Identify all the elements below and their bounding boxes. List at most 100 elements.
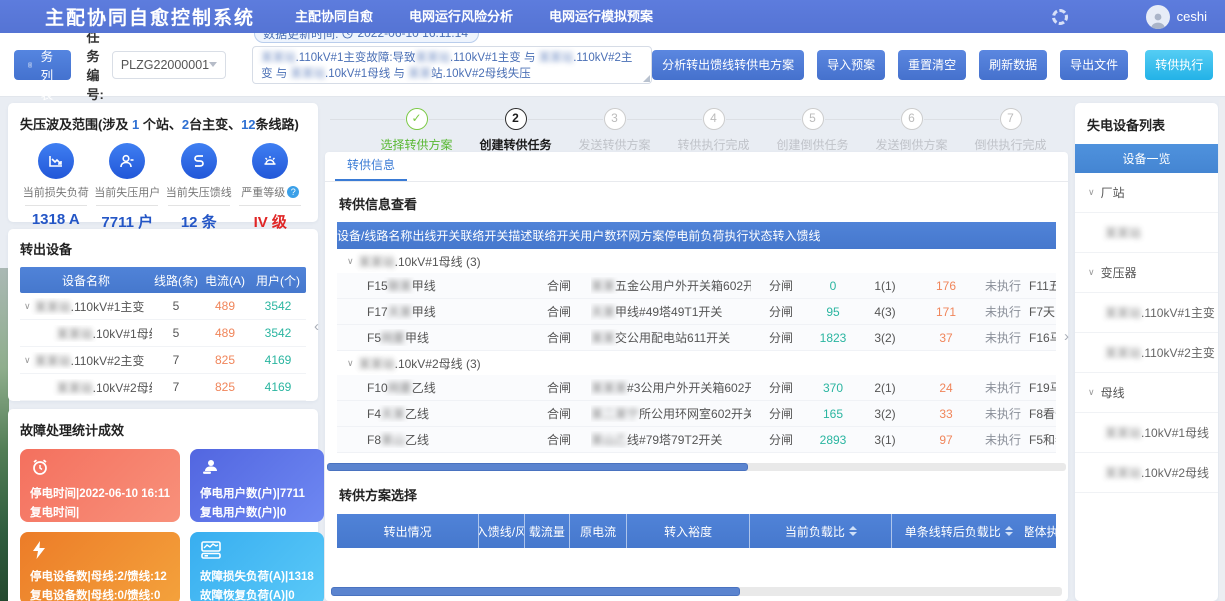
- tie-desc-cell: 某某五金公用户外开关箱602开关: [591, 277, 751, 294]
- feeder-row[interactable]: F5网夏甲线 合闸 某某交公用配电站611开关 分闸 1823 3(2) 37 …: [337, 325, 1056, 351]
- tree-leaf[interactable]: 某某站.10kV#1母线: [1075, 413, 1218, 453]
- toolbar-cyan-button[interactable]: 转供执行: [1145, 50, 1213, 80]
- step-item[interactable]: 4 转供执行完成: [664, 108, 763, 153]
- plan-table: 转出情况 转入馈线/风险 载流量 原电流: [337, 514, 1056, 548]
- table-row[interactable]: ∨某某站.10kV#1母线 5 489 3542: [20, 320, 306, 347]
- fault-stats-title: 故障处理统计成效: [20, 420, 306, 439]
- vertical-scrollbar[interactable]: [1219, 98, 1225, 601]
- nav-item[interactable]: 主配协同自愈: [277, 0, 391, 33]
- feeder-row[interactable]: F8某山乙线 合闸 某山乙线#79塔79T2开关 分闸 2893 3(1) 97…: [337, 427, 1056, 453]
- exec-status-cell: 未执行: [977, 303, 1029, 320]
- stat-label: 当前失压馈线: [163, 184, 235, 200]
- station-children: 某某站: [1075, 213, 1218, 253]
- scrollbar-thumb[interactable]: [327, 463, 748, 471]
- step-circle: 6: [901, 108, 923, 130]
- avatar[interactable]: [1146, 5, 1170, 29]
- ring-plan-cell: 4(3): [855, 305, 915, 319]
- tie-switch-cell: 分闸: [751, 405, 811, 422]
- pre-outage-load-cell: 97: [915, 433, 977, 447]
- exec-status-cell: 未执行: [977, 329, 1029, 346]
- fault-description-textarea[interactable]: 某某站.110kV#1主变故障:导致某某站.110kV#1主变 与 某某站.11…: [252, 46, 652, 84]
- card-line1: 停电设备数|母线:2/馈线:12: [30, 568, 170, 584]
- help-icon[interactable]: ?: [287, 186, 299, 198]
- card-outage-users: 停电用户数(户)|7711 复电用户数(户)|0: [190, 449, 324, 522]
- feeder-row[interactable]: F15联某甲线 合闸 某某五金公用户外开关箱602开关 分闸 0 1(1) 17…: [337, 273, 1056, 299]
- task-list-button[interactable]: 任务列表: [14, 50, 71, 80]
- table-row[interactable]: ∨某某站.110kV#1主变 5 489 3542: [20, 293, 306, 320]
- tree-group-station[interactable]: ∨ 厂站: [1075, 173, 1218, 213]
- step-item[interactable]: ✓ 选择转供方案: [367, 108, 466, 153]
- current-cell: 489: [200, 299, 250, 313]
- tab-transfer-info[interactable]: 转供信息: [335, 156, 407, 181]
- nav-item[interactable]: 电网运行模拟预案: [531, 0, 671, 33]
- table-row[interactable]: ∨某某站.10kV#2母线 7 825 4169: [20, 374, 306, 401]
- device-name-cell: ∨某某站.110kV#2主变: [20, 352, 152, 369]
- scrollbar-thumb[interactable]: [331, 587, 740, 596]
- group-row-bus2[interactable]: ∨ 某某站 .10kV#2母线 (3): [337, 351, 1056, 375]
- device-list-title: 失电设备列表: [1087, 115, 1206, 134]
- sort-icon[interactable]: [1005, 526, 1013, 536]
- toolbar-primary-button[interactable]: 重置清空: [898, 50, 966, 80]
- blurred-station: 某某站: [57, 325, 93, 342]
- gear-icon[interactable]: [1052, 9, 1068, 25]
- stat-value: 1318 A: [25, 205, 87, 228]
- table-row[interactable]: ∨某某站.110kV#2主变 7 825 4169: [20, 347, 306, 374]
- collapse-right-icon[interactable]: ›: [1064, 328, 1069, 345]
- main-table-wrap: 设备/线路名称出线开关联络开关描述联络开关用户数环网方案停电前负荷执行状态转入馈…: [337, 222, 1056, 453]
- col-header[interactable]: 原电流: [570, 514, 627, 548]
- tree-leaf[interactable]: 某某站.110kV#2主变: [1075, 333, 1218, 373]
- step-item[interactable]: 6 发送倒供方案: [862, 108, 961, 153]
- col-header[interactable]: 载流量: [525, 514, 571, 548]
- feeder-row[interactable]: F17天某甲线 合闸 天某甲线#49塔49T1开关 分闸 95 4(3) 171…: [337, 299, 1056, 325]
- feeder-row[interactable]: F10网夏乙线 合闸 某某某#3公用户外开关箱602开关 分闸 370 2(1)…: [337, 375, 1056, 401]
- ring-plan-cell: 3(2): [855, 331, 915, 345]
- plan-table-title: 转供方案选择: [339, 485, 1054, 504]
- step-item[interactable]: 5 创建倒供任务: [763, 108, 862, 153]
- step-circle: ✓: [406, 108, 428, 130]
- pre-outage-load-cell: 37: [915, 331, 977, 345]
- toolbar-primary-button[interactable]: 刷新数据: [979, 50, 1047, 80]
- stat-label: 当前失压用户: [92, 184, 164, 200]
- col-header[interactable]: 转出情况: [337, 514, 479, 548]
- col-header[interactable]: 当前负载比: [750, 514, 892, 548]
- col-header[interactable]: 整体执行负载比: [1025, 514, 1056, 548]
- card-line2: 故障恢复负荷(A)|0: [200, 587, 314, 601]
- feeder-name-cell: F5网夏甲线: [337, 329, 527, 346]
- toolbar-primary-button[interactable]: 导出文件: [1060, 50, 1128, 80]
- fault-desc-segment: .110kV#1主变故障:导致: [296, 52, 416, 64]
- collapse-left-icon[interactable]: ‹: [314, 318, 319, 335]
- main-table-title: 转供信息查看: [339, 194, 1054, 213]
- out-switch-cell: 合闸: [527, 379, 591, 396]
- tree-leaf[interactable]: 某某站.110kV#1主变: [1075, 293, 1218, 333]
- toolbar-primary-button[interactable]: 分析转出馈线转供电方案: [652, 50, 804, 80]
- step-item[interactable]: 3 发送转供方案: [565, 108, 664, 153]
- transfer-info-table: 设备/线路名称出线开关联络开关描述联络开关用户数环网方案停电前负荷执行状态转入馈…: [337, 222, 1056, 453]
- chevron-down-icon[interactable]: ∨: [347, 256, 354, 267]
- step-item[interactable]: 2 创建转供任务: [466, 108, 565, 153]
- task-no-select[interactable]: PLZG22000001: [112, 51, 226, 79]
- col-header[interactable]: 转入馈线/风险: [479, 514, 525, 548]
- tree-leaf[interactable]: 某某站.10kV#2母线: [1075, 453, 1218, 493]
- users-cell: 95: [811, 305, 855, 319]
- feeder-row[interactable]: F4天某乙线 合闸 某二某宁所公用环网室602开关 分闸 165 3(2) 33…: [337, 401, 1056, 427]
- users-icon: [200, 457, 220, 477]
- alarm-clock-icon: [30, 457, 50, 477]
- tree-leaf[interactable]: 某某站: [1075, 213, 1218, 253]
- chevron-down-icon[interactable]: ∨: [24, 301, 31, 312]
- tree-group-transformer[interactable]: ∨ 变压器: [1075, 253, 1218, 293]
- toolbar-primary-button[interactable]: 导入预案: [817, 50, 885, 80]
- chevron-down-icon[interactable]: ∨: [347, 358, 354, 369]
- device-name-cell: ∨某某站.110kV#1主变: [20, 298, 152, 315]
- alarm-lamp-icon: [252, 143, 288, 179]
- col-header[interactable]: 单条线转后负载比: [892, 514, 1025, 548]
- sort-icon[interactable]: [849, 526, 857, 536]
- nav-item[interactable]: 电网运行风险分析: [391, 0, 531, 33]
- tree-group-bus[interactable]: ∨ 母线: [1075, 373, 1218, 413]
- users-cell: 3542: [250, 299, 306, 313]
- col-header[interactable]: 转入裕度: [627, 514, 750, 548]
- task-no-label: 任务编号:: [87, 27, 104, 103]
- step-item[interactable]: 7 倒供执行完成: [961, 108, 1060, 153]
- chevron-down-icon[interactable]: ∨: [24, 355, 31, 366]
- group-row-bus1[interactable]: ∨ 某某站 .10kV#1母线 (3): [337, 249, 1056, 273]
- username[interactable]: ceshi: [1177, 9, 1207, 24]
